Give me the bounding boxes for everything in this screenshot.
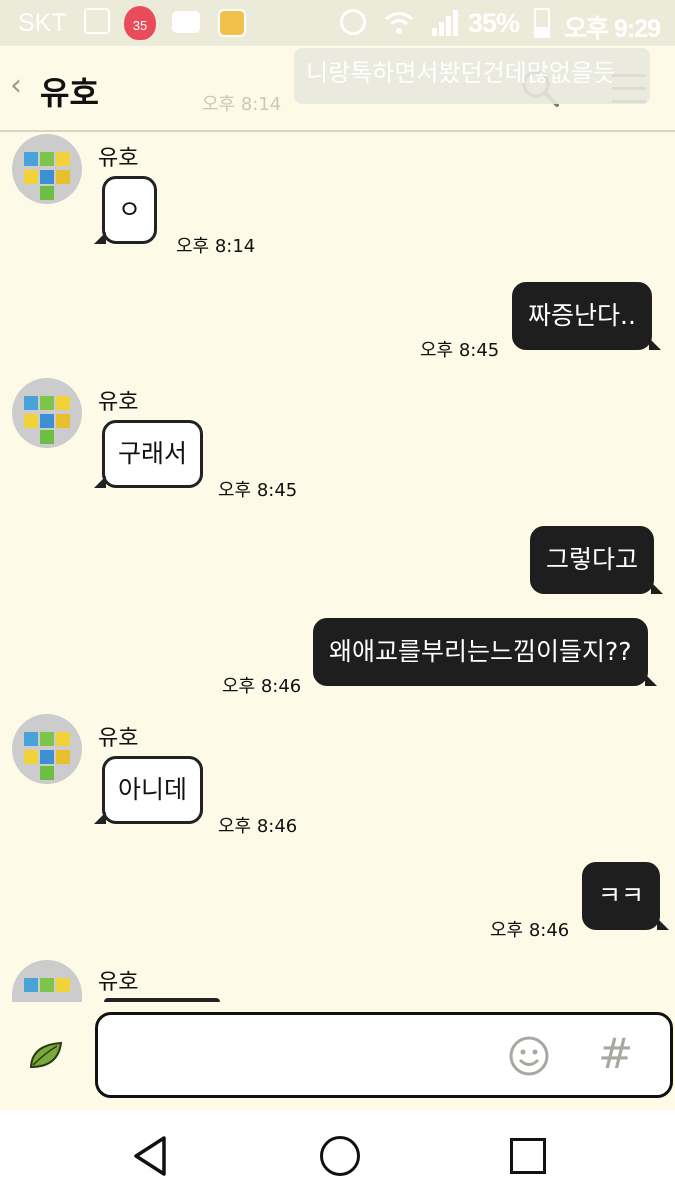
message-text: ㅋㅋ — [598, 881, 645, 910]
avatar[interactable] — [12, 714, 82, 784]
hashtag-search-icon[interactable]: # — [598, 1029, 633, 1078]
message-preview-time: 오후 8:14 — [202, 94, 282, 115]
sender-name: 유호 — [98, 970, 139, 995]
avatar[interactable] — [12, 960, 82, 1002]
message-text: 그렇다고 — [546, 545, 639, 574]
message-time: 오후 8:14 — [176, 236, 256, 257]
status-bar: SKT 35 35% 오후 9:29 — [0, 0, 675, 46]
back-chevron-icon[interactable]: ‹ — [10, 68, 22, 103]
message-input-bar: # — [0, 1002, 675, 1110]
message-time: 오후 8:46 — [222, 676, 302, 697]
message-text: ㅇ — [118, 195, 142, 224]
gallery-icon — [84, 8, 110, 34]
alarm-icon — [340, 9, 366, 35]
outgoing-message-bubble[interactable]: ㅋㅋ — [582, 862, 670, 930]
avatar[interactable] — [12, 134, 82, 204]
message-text: 짜증난다.. — [528, 301, 636, 330]
message-text: 구래서 — [118, 439, 188, 468]
sender-name: 유호 — [98, 390, 139, 415]
avatar[interactable] — [12, 378, 82, 448]
message-preview-text: 니랑톡하면서봤던건데많없을듯 — [306, 59, 616, 87]
back-icon[interactable] — [130, 1134, 170, 1178]
signal-icon — [432, 10, 458, 36]
emoticon-icon[interactable] — [508, 1035, 550, 1077]
incoming-message-bubble[interactable]: 아니데 — [93, 756, 204, 824]
message-text: 왜애교를부리는느낌이들지?? — [329, 637, 632, 666]
message-text: 아니데 — [118, 775, 188, 804]
message-preview-toast[interactable]: 니랑톡하면서봤던건데많없을듯 — [294, 48, 650, 104]
incoming-message-bubble[interactable]: ㅇ — [93, 176, 158, 244]
strawberry-icon: 35 — [124, 6, 156, 40]
outgoing-message-bubble[interactable]: 그렇다고 — [530, 526, 664, 594]
chat-title: 유호 — [40, 74, 99, 112]
message-time: 오후 8:46 — [490, 920, 570, 941]
incoming-message-bubble[interactable]: 구래서 — [93, 420, 204, 488]
cat-app-icon — [218, 9, 246, 37]
recent-apps-icon[interactable] — [510, 1138, 546, 1174]
clock: 오후 9:29 — [564, 15, 661, 43]
message-input-box[interactable]: # — [95, 1012, 673, 1098]
outgoing-message-bubble[interactable]: 왜애교를부리는느낌이들지?? — [313, 618, 657, 686]
message-input[interactable] — [112, 1027, 496, 1085]
carrier-label: SKT — [18, 9, 67, 37]
sender-name: 유호 — [98, 146, 139, 171]
wifi-icon — [385, 12, 413, 34]
message-icon — [172, 11, 200, 33]
battery-percent: 35% — [468, 8, 520, 38]
home-icon[interactable] — [320, 1136, 360, 1176]
leaf-icon[interactable] — [28, 1040, 64, 1070]
strawberry-count: 35 — [132, 18, 148, 33]
message-time: 오후 8:45 — [420, 340, 500, 361]
battery-icon — [534, 8, 550, 38]
message-time: 오후 8:45 — [218, 480, 298, 501]
sender-name: 유호 — [98, 726, 139, 751]
outgoing-message-bubble[interactable]: 짜증난다.. — [512, 282, 661, 350]
system-navigation-bar — [0, 1110, 675, 1200]
message-time: 오후 8:46 — [218, 816, 298, 837]
